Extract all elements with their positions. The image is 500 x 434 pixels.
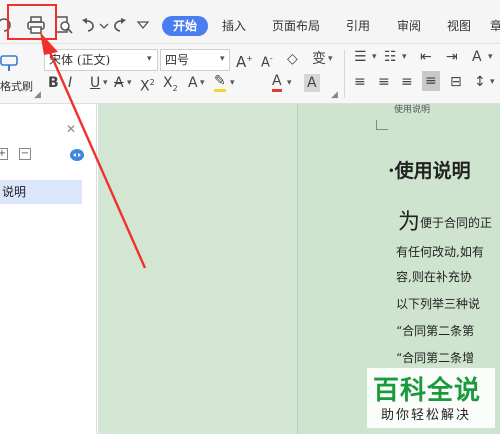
align-right-icon[interactable]: ≡ xyxy=(401,73,413,91)
highlight-chevron-down-icon[interactable]: ▾ xyxy=(230,78,235,88)
increase-indent-icon[interactable]: ⇥ xyxy=(446,48,458,66)
font-name-select[interactable]: 宋体 (正文) xyxy=(44,49,158,71)
ribbon-start: 格式刷 宋体 (正文) ▾ 四号 ▾ A+ A- ◇ 变 ▾ B I U ▾ A… xyxy=(0,44,500,104)
doc-line-3: 容,则在补充协 xyxy=(396,270,472,284)
highlight-box xyxy=(7,4,57,40)
align-left-icon[interactable]: ≡ xyxy=(354,73,366,91)
doc-line-6: “合同第二条增 xyxy=(396,351,475,365)
justify-icon[interactable]: ≡ xyxy=(422,71,440,91)
tab-start[interactable]: 开始 xyxy=(162,16,208,36)
line-spacing-icon[interactable]: ↕ xyxy=(474,73,486,91)
nav-settings-icon[interactable] xyxy=(69,148,85,162)
bold-icon[interactable]: B xyxy=(48,74,59,92)
document-heading: ·使用说明 xyxy=(388,160,471,182)
sort-icon[interactable]: A xyxy=(472,48,482,66)
line-spacing-chevron-down-icon[interactable]: ▾ xyxy=(490,77,495,87)
font-color-icon[interactable]: A xyxy=(272,74,282,92)
close-icon[interactable]: ✕ xyxy=(66,122,76,136)
doc-line-4: 以下列举三种说 xyxy=(396,297,481,311)
nav-item-usage[interactable]: 说明 xyxy=(0,180,82,204)
italic-icon[interactable]: I xyxy=(68,74,72,92)
page-header-text: 使用说明 xyxy=(394,105,431,115)
shrink-font-icon[interactable]: A- xyxy=(261,50,273,72)
font-name-chevron-down-icon[interactable]: ▾ xyxy=(147,54,152,64)
numbered-chevron-down-icon[interactable]: ▾ xyxy=(402,52,407,62)
redo-icon[interactable] xyxy=(108,16,130,34)
customize-dropdown-icon[interactable] xyxy=(132,16,154,34)
align-center-icon[interactable]: ≡ xyxy=(378,73,390,91)
watermark-title: 百科全说 xyxy=(373,376,482,406)
decrease-indent-icon[interactable]: ⇤ xyxy=(420,48,432,66)
margin-marker xyxy=(376,120,388,130)
phonetic-chevron-down-icon[interactable]: ▾ xyxy=(328,54,333,64)
grow-font-icon[interactable]: A+ xyxy=(236,50,253,71)
ribbon-separator xyxy=(344,50,345,98)
clipboard-launcher-icon[interactable]: ◢ xyxy=(34,90,41,100)
tab-section[interactable]: 章 xyxy=(490,16,500,36)
text-effect-icon[interactable]: A xyxy=(188,74,198,92)
format-painter-icon[interactable] xyxy=(0,52,22,72)
underline-chevron-down-icon[interactable]: ▾ xyxy=(103,78,108,88)
numbered-list-icon[interactable]: ☷ xyxy=(384,48,397,66)
highlight-icon[interactable]: ✎ xyxy=(214,74,226,92)
tab-page-layout[interactable]: 页面布局 xyxy=(272,16,320,36)
doc-line-1: 便于合同的正 xyxy=(420,216,493,230)
tab-review[interactable]: 审阅 xyxy=(397,16,421,36)
tab-insert[interactable]: 插入 xyxy=(222,16,246,36)
expand-all-icon[interactable]: + xyxy=(0,148,8,160)
font-name-value: 宋体 (正文) xyxy=(49,53,111,67)
strikethrough-chevron-down-icon[interactable]: ▾ xyxy=(127,78,132,88)
doc-line-2: 有任何改动,如有 xyxy=(396,245,484,259)
tab-view[interactable]: 视图 xyxy=(447,16,471,36)
watermark-logo: 百科全说 助你轻松解决 xyxy=(367,368,495,428)
font-size-value: 四号 xyxy=(165,53,190,67)
bullet-list-icon[interactable]: ☰ xyxy=(354,48,367,66)
watermark-subtitle: 助你轻松解决 xyxy=(381,408,472,423)
clear-format-icon[interactable]: ◇ xyxy=(287,50,298,68)
superscript-icon[interactable]: X2 xyxy=(140,74,155,96)
subscript-icon[interactable]: X2 xyxy=(163,74,178,98)
font-launcher-icon[interactable]: ◢ xyxy=(331,90,338,100)
bullet-chevron-down-icon[interactable]: ▾ xyxy=(372,52,377,62)
font-color-chevron-down-icon[interactable]: ▾ xyxy=(287,78,292,88)
collapse-all-icon[interactable]: − xyxy=(19,148,31,160)
format-painter-label[interactable]: 格式刷 xyxy=(0,78,33,94)
text-effect-chevron-down-icon[interactable]: ▾ xyxy=(200,78,205,88)
phonetic-guide-icon[interactable]: 变 xyxy=(312,50,326,68)
strikethrough-icon[interactable]: A xyxy=(114,74,124,92)
underline-icon[interactable]: U xyxy=(90,74,100,92)
drop-cap: 为 xyxy=(398,210,421,235)
tab-references[interactable]: 引用 xyxy=(346,16,370,36)
navigation-pane: ✕ + − xyxy=(0,104,97,434)
char-shading-icon[interactable]: A xyxy=(304,74,320,92)
doc-line-5: “合同第二条第 xyxy=(396,324,475,338)
quick-access-toolbar: 开始 插入 页面布局 引用 审阅 视图 章 xyxy=(0,0,500,44)
sort-chevron-down-icon[interactable]: ▾ xyxy=(488,52,493,62)
font-size-chevron-down-icon[interactable]: ▾ xyxy=(220,54,225,64)
distribute-icon[interactable]: ⊟ xyxy=(450,73,462,91)
